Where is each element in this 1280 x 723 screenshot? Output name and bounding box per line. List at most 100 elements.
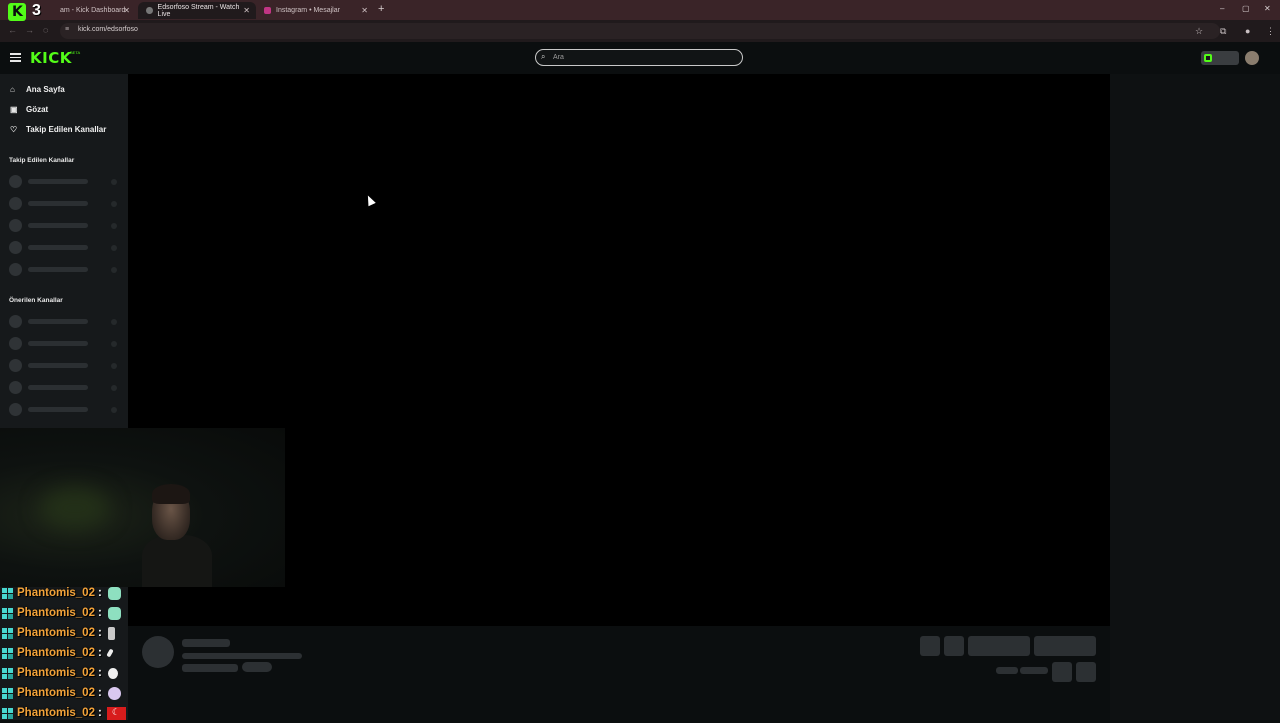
chat-message: Phantomis_02: <box>2 583 127 603</box>
stream-chat-overlay: Phantomis_02: Phantomis_02: Phantomis_02… <box>2 583 127 723</box>
chat-message: Phantomis_02: <box>2 683 127 703</box>
button-skeleton <box>968 636 1030 656</box>
sidebar-item-home[interactable]: ⌂ Ana Sayfa <box>10 82 65 96</box>
chat-message: Phantomis_02: <box>2 623 127 643</box>
loading-icon[interactable]: ◌ <box>43 25 48 35</box>
turkey-flag-emote-icon <box>106 706 126 720</box>
subscriber-badge-icon <box>2 587 13 599</box>
sidebar-item-browse[interactable]: ▣ Gözat <box>10 102 48 116</box>
bookmark-star-icon[interactable]: ☆ <box>1195 26 1203 37</box>
tab-label: Edsorfoso Stream - Watch Live <box>157 3 240 18</box>
button-skeleton <box>944 636 964 656</box>
channel-skeleton <box>9 175 119 188</box>
chat-panel <box>1110 74 1280 720</box>
streamer-hair <box>152 484 190 504</box>
chat-colon: : <box>97 587 102 599</box>
kick-coin-icon <box>1204 54 1212 62</box>
button-skeleton <box>1034 636 1096 656</box>
tab-edsorfoso-stream[interactable]: Edsorfoso Stream - Watch Live ✕ <box>138 2 256 19</box>
chat-message: Phantomis_02: <box>2 703 127 723</box>
chat-username: Phantomis_02 <box>17 667 95 679</box>
button-skeleton <box>1052 662 1072 682</box>
chat-username: Phantomis_02 <box>17 587 95 599</box>
forward-icon[interactable]: → <box>25 25 34 35</box>
kick-logo[interactable]: KICK <box>30 49 72 67</box>
sidebar-item-label: Ana Sayfa <box>26 84 65 94</box>
site-settings-icon[interactable]: ≡ <box>65 26 73 34</box>
avatar-skeleton <box>142 636 174 668</box>
chat-message: Phantomis_02: <box>2 643 127 663</box>
text-skeleton <box>182 653 302 659</box>
chat-username: Phantomis_02 <box>17 687 95 699</box>
text-skeleton <box>1020 667 1048 674</box>
button-skeleton <box>1076 662 1096 682</box>
channel-skeleton <box>9 315 119 328</box>
instagram-favicon-icon <box>264 7 271 14</box>
restore-button[interactable]: ▢ <box>1242 4 1250 13</box>
subscriber-badge-icon <box>2 647 13 659</box>
extensions-icon[interactable]: ⧉ <box>1220 26 1226 37</box>
channel-skeleton <box>9 381 119 394</box>
close-tab-icon[interactable]: ✕ <box>123 6 130 15</box>
chat-colon: : <box>97 607 102 619</box>
text-skeleton <box>182 639 230 647</box>
text-skeleton <box>996 667 1018 674</box>
bottle-emote-icon <box>107 626 115 640</box>
sidebar-item-label: Takip Edilen Kanallar <box>26 124 107 134</box>
rabbit-emote-icon <box>107 667 118 679</box>
channel-skeleton <box>9 359 119 372</box>
close-window-button[interactable]: ✕ <box>1264 4 1271 13</box>
tab-instagram[interactable]: Instagram • Mesajlar ✕ <box>256 2 374 19</box>
beta-badge: BETA <box>70 50 81 55</box>
tab-label: Instagram • Mesajlar <box>276 7 340 14</box>
hamburger-menu-icon[interactable] <box>10 51 21 63</box>
profile-icon[interactable]: ● <box>1245 26 1250 36</box>
home-icon: ⌂ <box>10 84 15 94</box>
channel-skeleton <box>9 219 119 232</box>
subscriber-badge-icon <box>2 607 13 619</box>
chat-colon: : <box>97 687 102 699</box>
chat-username: Phantomis_02 <box>17 707 95 719</box>
followed-channels-title: Takip Edilen Kanallar <box>9 157 75 164</box>
subscriber-badge-icon <box>2 707 13 719</box>
green-ghost-emote-icon <box>107 586 121 600</box>
user-avatar[interactable] <box>1245 51 1259 65</box>
new-tab-button[interactable]: + <box>378 3 384 15</box>
channel-skeleton <box>9 197 119 210</box>
channel-skeleton <box>9 241 119 254</box>
channel-skeleton <box>9 403 119 416</box>
address-bar-row: ← → ◌ ≡ kick.com/edsorfoso ☆ ⧉ ● ⋮ <box>0 20 1280 42</box>
chat-username: Phantomis_02 <box>17 627 95 639</box>
sidebar-item-following[interactable]: ♡ Takip Edilen Kanallar <box>10 122 106 136</box>
chat-username: Phantomis_02 <box>17 607 95 619</box>
webcam-light <box>40 488 110 528</box>
channel-skeleton <box>9 263 119 276</box>
close-tab-icon[interactable]: ✕ <box>243 6 250 15</box>
tab-label: am - Kick Dashboard <box>60 7 126 14</box>
chat-colon: : <box>97 627 102 639</box>
chat-colon: : <box>97 647 102 659</box>
button-skeleton <box>920 636 940 656</box>
heart-icon: ♡ <box>10 124 18 134</box>
chat-message: Phantomis_02: <box>2 603 127 623</box>
chat-message: Phantomis_02: <box>2 663 127 683</box>
url-text: kick.com/edsorfoso <box>78 26 138 33</box>
subscriber-badge-icon <box>2 687 13 699</box>
feather-emote-icon <box>106 648 114 658</box>
channel-skeleton <box>9 337 119 350</box>
kick-favicon-icon <box>146 7 153 14</box>
channel-info-skeleton <box>128 626 1110 720</box>
menu-icon[interactable]: ⋮ <box>1266 26 1275 37</box>
back-icon[interactable]: ← <box>8 25 17 35</box>
kick-overlay-logo <box>8 3 26 21</box>
url-field[interactable] <box>60 23 1220 39</box>
text-skeleton <box>182 664 238 672</box>
close-tab-icon[interactable]: ✕ <box>361 6 368 15</box>
wallet-button[interactable] <box>1201 51 1239 65</box>
minimize-button[interactable]: – <box>1220 4 1224 13</box>
overlay-counter: 3 <box>32 2 41 19</box>
search-placeholder: Ara <box>553 54 564 61</box>
search-input[interactable]: ⌕ Ara <box>535 49 743 66</box>
browse-icon: ▣ <box>10 104 18 114</box>
chat-colon: : <box>97 707 102 719</box>
